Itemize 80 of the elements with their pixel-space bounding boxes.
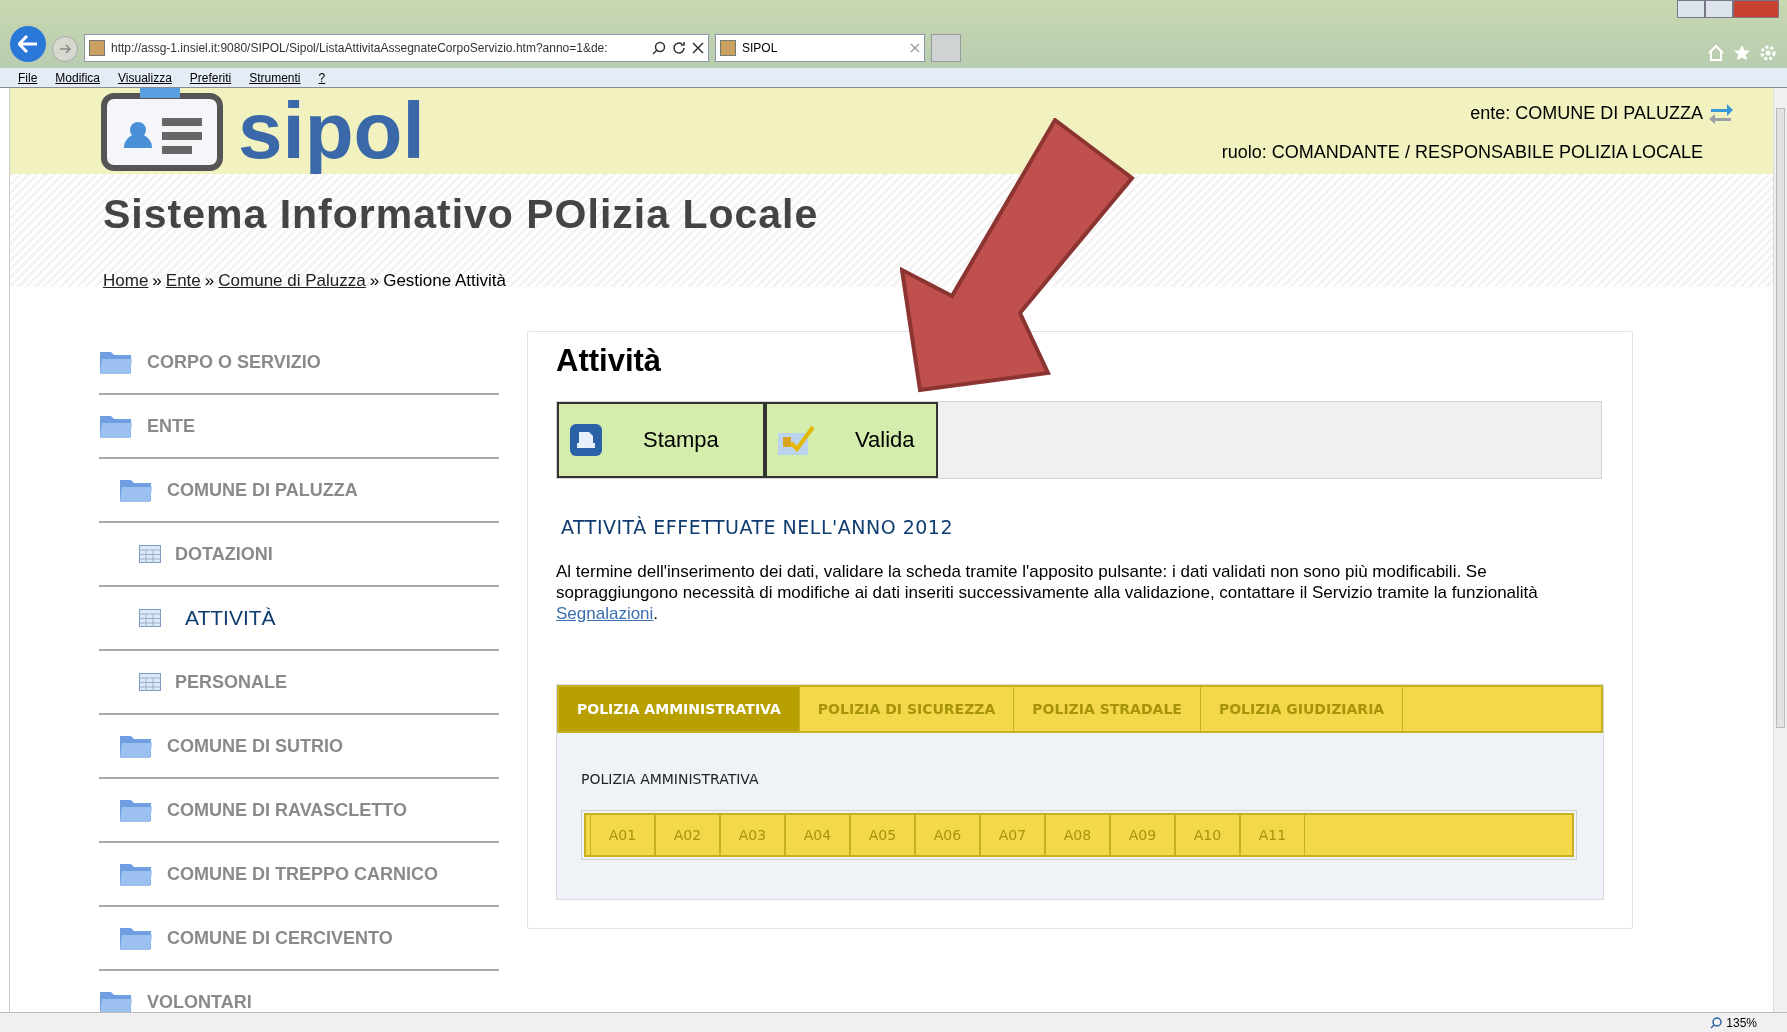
sidebar-item[interactable]: COMUNE DI SUTRIO — [99, 715, 499, 779]
subtab[interactable]: A07 — [980, 815, 1045, 855]
sidebar-item[interactable]: PERSONALE — [99, 651, 499, 715]
tab-heading: POLIZIA AMMINISTRATIVA — [581, 770, 760, 789]
breadcrumb-link[interactable]: Home — [103, 267, 149, 293]
minimize-button[interactable] — [1677, 0, 1705, 18]
swap-arrows-icon[interactable] — [1709, 102, 1733, 125]
page-heading: Attività — [556, 342, 663, 380]
breadcrumb-separator: » — [369, 269, 380, 292]
subtab[interactable]: A06 — [915, 815, 980, 855]
refresh-icon[interactable] — [672, 41, 686, 55]
menu-item[interactable]: File — [18, 68, 38, 87]
printer-icon — [569, 422, 603, 457]
scrollbar[interactable] — [1773, 88, 1787, 1012]
subtab[interactable]: A01 — [590, 815, 655, 855]
toolbar-button[interactable]: Stampa — [557, 401, 765, 478]
folder-icon — [119, 861, 153, 887]
new-tab-button[interactable] — [931, 34, 961, 62]
address-field[interactable]: http://assg-1.insiel.it:9080/SIPOL/Sipol/ListaAttivitaAssegnateCorpoServizio.htm?anno=1&de: — [84, 34, 709, 62]
toolbar-button[interactable]: Valida — [765, 401, 938, 478]
site-icon — [89, 40, 105, 56]
sidebar-item[interactable]: CORPO O SERVIZIO — [99, 331, 499, 395]
folder-icon — [119, 733, 153, 759]
close-icon[interactable] — [692, 42, 704, 54]
search-icon[interactable] — [652, 41, 666, 55]
site-icon — [720, 40, 736, 56]
table-icon — [139, 609, 161, 627]
sidebar-item[interactable]: COMUNE DI RAVASCLETTO — [99, 779, 499, 843]
magnifier-icon[interactable] — [1710, 1016, 1723, 1029]
forward-button[interactable] — [52, 36, 78, 62]
sidebar-item[interactable]: DOTAZIONI — [99, 523, 499, 587]
menu-item[interactable]: ? — [318, 68, 326, 87]
sidebar-item[interactable]: COMUNE DI TREPPO CARNICO — [99, 843, 499, 907]
right-arrow-icon — [59, 44, 71, 54]
browser-tab[interactable]: SIPOL — [715, 34, 925, 62]
ente-label: ente: COMUNE DI PALUZZA — [1470, 102, 1703, 125]
left-arrow-icon — [18, 35, 38, 53]
folder-icon — [99, 349, 133, 375]
category-tab[interactable]: POLIZIA AMMINISTRATIVA — [559, 687, 800, 731]
folder-icon — [99, 413, 133, 439]
breadcrumb-link[interactable]: Comune di Paluzza — [218, 267, 366, 293]
instructions-paragraph: Al termine dell'inserimento dei dati, validare la scheda tramite l'apposito pulsante: i dati validati non sono più modificabili. Se sopraggiungono necessità di modifiche ai dati inseriti successivamente alla validazione, contattare il Servizio tramite la funzionalità Segnalazioni. — [556, 561, 1539, 624]
folder-icon — [99, 989, 133, 1012]
zoom-level[interactable]: 135% — [1726, 1013, 1757, 1032]
sidebar-item[interactable]: ENTE — [99, 395, 499, 459]
breadcrumb-current: Gestione Attività — [383, 269, 506, 292]
menu-item[interactable]: Preferiti — [189, 68, 232, 87]
menu-item[interactable]: Modifica — [55, 68, 101, 87]
folder-icon — [119, 797, 153, 823]
menu-item[interactable]: Visualizza — [118, 68, 172, 87]
restore-button[interactable] — [1705, 0, 1733, 18]
subtab[interactable]: A04 — [785, 815, 850, 855]
home-icon[interactable] — [1707, 44, 1725, 62]
subtab[interactable]: A05 — [850, 815, 915, 855]
site-title: Sistema Informativo POlizia Locale — [103, 190, 820, 239]
settings-icon[interactable] — [1759, 44, 1777, 62]
folder-icon — [119, 925, 153, 951]
sidebar-item[interactable]: ATTIVITÀ — [99, 587, 499, 651]
folder-icon — [119, 477, 153, 503]
subtab[interactable]: A09 — [1110, 815, 1175, 855]
sidebar-item[interactable]: COMUNE DI PALUZZA — [99, 459, 499, 523]
ruolo-label: ruolo: COMANDANTE / RESPONSABILE POLIZIA LOCALE — [1221, 141, 1703, 164]
sidebar-item[interactable]: COMUNE DI CERCIVENTO — [99, 907, 499, 971]
breadcrumb-separator: » — [204, 269, 215, 292]
segnalazioni-link[interactable]: Segnalazioni — [556, 604, 654, 623]
section-heading: ATTIVITÀ EFFETTUATE NELL'ANNO 2012 — [561, 514, 954, 540]
star-icon[interactable] — [1733, 44, 1751, 62]
url-text: http://assg-1.insiel.it:9080/SIPOL/Sipol/ListaAttivitaAssegnateCorpoServizio.htm?anno=1&de: — [111, 40, 609, 57]
table-icon — [139, 673, 161, 691]
subtab[interactable]: A08 — [1045, 815, 1110, 855]
breadcrumb-link[interactable]: Ente — [165, 267, 201, 293]
table-icon — [139, 545, 161, 563]
back-button[interactable] — [10, 26, 46, 62]
subtab[interactable]: A11 — [1240, 815, 1305, 855]
scrollbar-thumb[interactable] — [1776, 108, 1785, 728]
subtab[interactable]: A02 — [655, 815, 720, 855]
subtab[interactable]: A03 — [720, 815, 785, 855]
menu-item[interactable]: Strumenti — [249, 68, 301, 87]
breadcrumb-separator: » — [152, 269, 162, 292]
subtab[interactable]: A10 — [1175, 815, 1240, 855]
